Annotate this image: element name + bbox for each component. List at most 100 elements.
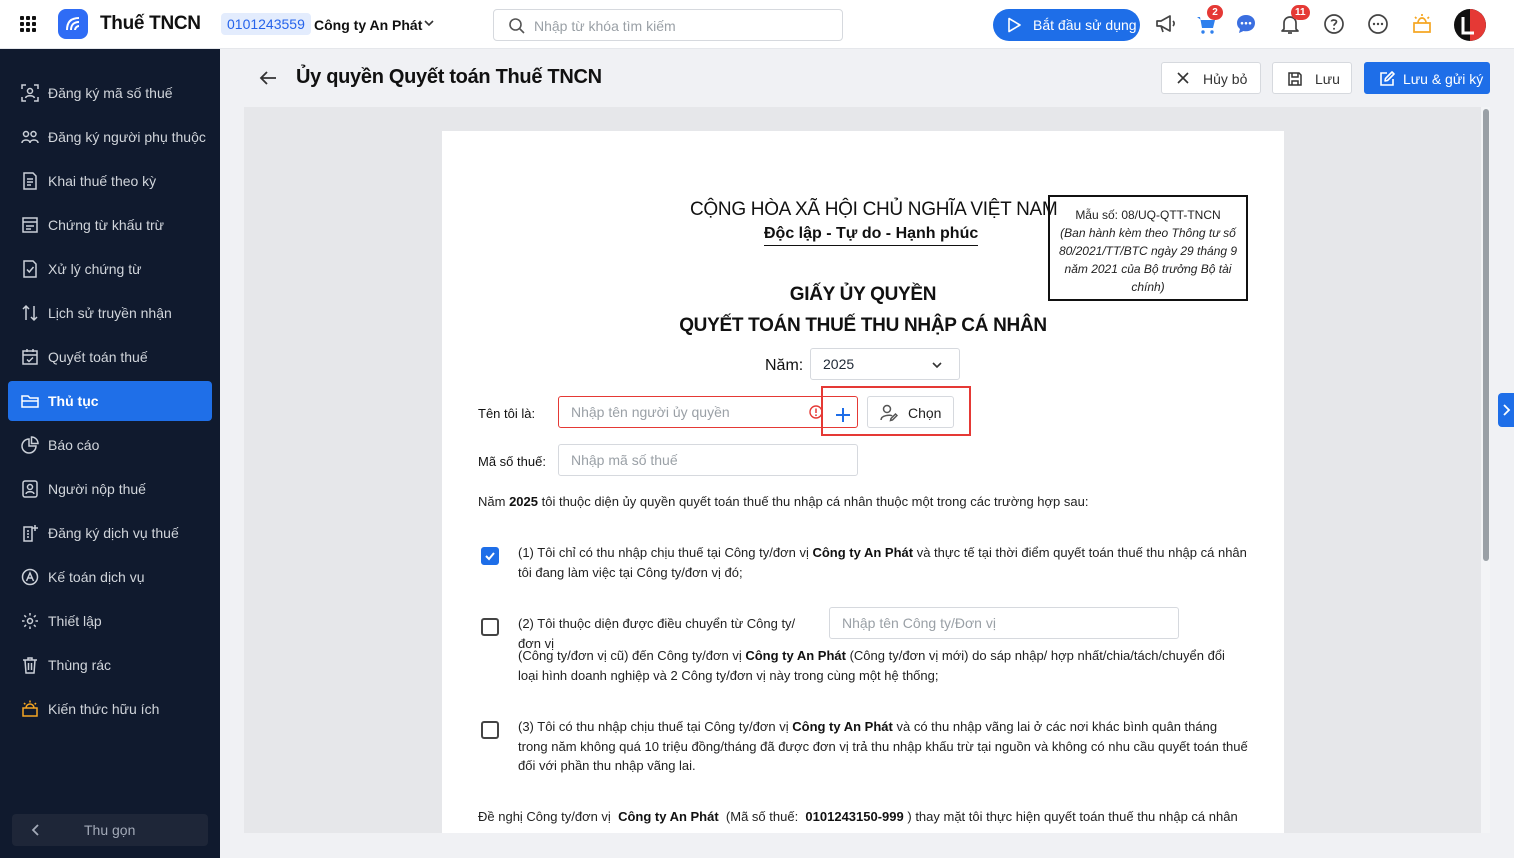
sidebar-item-label: Lịch sử truyền nhận bbox=[48, 305, 172, 321]
avatar[interactable] bbox=[1454, 9, 1486, 41]
sidebar-item-withholding-vouchers[interactable]: Chứng từ khấu trừ bbox=[8, 205, 212, 245]
top-bar: Thuế TNCN 0101243559 Công ty An Phát Bắt… bbox=[0, 0, 1514, 49]
previous-unit-placeholder: Nhập tên Công ty/Đơn vị bbox=[842, 615, 996, 631]
authorizer-name-input[interactable]: Nhập tên người ủy quyền bbox=[558, 396, 858, 428]
tax-id-input[interactable]: Nhập mã số thuế bbox=[558, 444, 858, 476]
sidebar-item-tax-finalization[interactable]: Quyết toán thuế bbox=[8, 337, 212, 377]
sidebar-item-procedures[interactable]: Thủ tục bbox=[8, 381, 212, 421]
check-document-icon bbox=[23, 260, 37, 278]
motto: Độc lập - Tự do - Hạnh phúc bbox=[764, 225, 979, 246]
nation-title-text: CỘNG HÒA XÃ HỘI CHỦ NGHĨA VIỆT NAM bbox=[690, 199, 1058, 220]
company-tax-id[interactable]: 0101243559 bbox=[221, 13, 311, 35]
option-3-checkbox[interactable] bbox=[481, 721, 499, 739]
document-title: GIẤY ỦY QUYỀN bbox=[789, 284, 937, 305]
option-1-company: Công ty An Phát bbox=[812, 545, 914, 560]
option-2-company: Công ty An Phát bbox=[745, 648, 846, 663]
sidebar-item-label: Đăng ký dịch vụ thuế bbox=[48, 525, 179, 541]
back-arrow-icon[interactable] bbox=[258, 69, 278, 87]
chevron-down-icon bbox=[932, 362, 942, 369]
search-input[interactable] bbox=[534, 16, 824, 36]
plus-icon bbox=[836, 408, 850, 422]
gear-icon bbox=[22, 613, 38, 629]
authorization-form: CỘNG HÒA XÃ HỘI CHỦ NGHĨA VIỆT NAM Độc l… bbox=[442, 131, 1284, 833]
request-text: Đề nghị Công ty/đơn vị Công ty An Phát (… bbox=[478, 807, 1248, 826]
document-icon bbox=[23, 172, 37, 190]
help-icon[interactable] bbox=[1322, 12, 1348, 38]
cart-icon[interactable]: 2 bbox=[1194, 5, 1223, 38]
start-using-label: Bắt đầu sử dụng bbox=[1033, 17, 1137, 33]
form-code: Mẫu số: 08/UQ-QTT-TNCN bbox=[1075, 208, 1221, 222]
search-box[interactable] bbox=[493, 9, 843, 41]
receipt-icon bbox=[22, 217, 38, 233]
scrollbar-thumb[interactable] bbox=[1483, 109, 1489, 561]
start-using-button[interactable]: Bắt đầu sử dụng bbox=[993, 9, 1140, 41]
year-value: 2025 bbox=[823, 356, 855, 372]
intro-body: tôi thuộc diện ủy quyền quyết toán thuế … bbox=[541, 494, 1089, 509]
sidebar-item-register-dependents[interactable]: Đăng ký người phụ thuộc bbox=[8, 117, 212, 157]
pie-chart-icon bbox=[21, 436, 39, 454]
sidebar-item-useful-knowledge[interactable]: Kiến thức hữu ích bbox=[8, 689, 212, 729]
request-part-b: (Mã số thuế: bbox=[725, 809, 799, 824]
sidebar-item-register-tax-id[interactable]: Đăng ký mã số thuế bbox=[8, 73, 212, 113]
apps-grid-icon[interactable] bbox=[20, 16, 36, 32]
add-authorizer-button[interactable] bbox=[828, 399, 858, 431]
bell-icon[interactable]: 11 bbox=[1278, 5, 1310, 38]
sidebar-item-label: Thủ tục bbox=[48, 393, 99, 409]
more-icon[interactable] bbox=[1366, 12, 1392, 38]
name-placeholder: Nhập tên người ủy quyền bbox=[571, 404, 730, 420]
expand-panel-button[interactable] bbox=[1498, 393, 1514, 427]
choose-person-button[interactable]: Chọn bbox=[867, 396, 954, 428]
save-label: Lưu bbox=[1315, 71, 1340, 87]
sidebar-item-periodic-declaration[interactable]: Khai thuế theo kỳ bbox=[8, 161, 212, 201]
sidebar-item-register-tax-services[interactable]: Đăng ký dịch vụ thuế bbox=[8, 513, 212, 553]
option-3-part-a: (3) Tôi có thu nhập chịu thuế tại Công t… bbox=[518, 719, 789, 734]
option-1-checkbox[interactable] bbox=[481, 547, 499, 565]
sidebar-item-label: Người nộp thuế bbox=[48, 481, 146, 497]
sidebar-item-process-vouchers[interactable]: Xử lý chứng từ bbox=[8, 249, 212, 289]
request-part-a: Đề nghị Công ty/đơn vị bbox=[478, 809, 611, 824]
sidebar-item-label: Thùng rác bbox=[48, 657, 112, 673]
sidebar-item-trash[interactable]: Thùng rác bbox=[8, 645, 212, 685]
lightbulb-icon[interactable] bbox=[1410, 12, 1436, 38]
app-logo-icon bbox=[58, 9, 88, 39]
chevron-right-icon bbox=[1503, 404, 1511, 416]
document-viewer: CỘNG HÒA XÃ HỘI CHỦ NGHĨA VIỆT NAM Độc l… bbox=[244, 107, 1490, 833]
chevron-down-icon[interactable] bbox=[423, 17, 435, 29]
service-icon bbox=[23, 525, 38, 542]
check-icon bbox=[485, 552, 495, 561]
sidebar-item-label: Xử lý chứng từ bbox=[48, 261, 142, 277]
option-2-text-b: (Công ty/đơn vị cũ) đến Công ty/đơn vị C… bbox=[518, 646, 1248, 685]
option-3-text: (3) Tôi có thu nhập chịu thuế tại Công t… bbox=[518, 717, 1248, 776]
sidebar-item-label: Đăng ký mã số thuế bbox=[48, 85, 173, 101]
cancel-button[interactable]: Hủy bỏ bbox=[1161, 62, 1261, 94]
sidebar-item-transmission-history[interactable]: Lịch sử truyền nhận bbox=[8, 293, 212, 333]
sidebar-item-reports[interactable]: Báo cáo bbox=[8, 425, 212, 465]
notification-badge: 11 bbox=[1291, 5, 1310, 20]
sidebar-item-label: Kiến thức hữu ích bbox=[48, 701, 160, 717]
document-subtitle: QUYẾT TOÁN THUẾ THU NHẬP CÁ NHÂN bbox=[679, 315, 1047, 336]
megaphone-icon[interactable] bbox=[1154, 12, 1180, 38]
option-1-text: (1) Tôi chỉ có thu nhập chịu thuế tại Cô… bbox=[518, 543, 1248, 582]
save-button[interactable]: Lưu bbox=[1272, 62, 1352, 94]
page-title: Ủy quyền Quyết toán Thuế TNCN bbox=[296, 66, 602, 88]
cart-badge: 2 bbox=[1207, 5, 1223, 20]
tax-id-label: Mã số thuế: bbox=[478, 454, 546, 469]
previous-unit-input[interactable]: Nhập tên Công ty/Đơn vị bbox=[829, 607, 1179, 639]
chat-icon[interactable] bbox=[1234, 12, 1260, 38]
collapse-sidebar-button[interactable]: Thu gọn bbox=[12, 814, 208, 846]
year-select[interactable]: 2025 bbox=[810, 348, 960, 380]
sidebar-item-service-accounting[interactable]: Kế toán dịch vụ bbox=[8, 557, 212, 597]
sidebar-item-taxpayers[interactable]: Người nộp thuế bbox=[8, 469, 212, 509]
sidebar-item-label: Thiết lập bbox=[48, 613, 102, 629]
app-title: Thuế TNCN bbox=[100, 13, 201, 34]
option-2-checkbox[interactable] bbox=[481, 618, 499, 636]
sidebar-item-settings[interactable]: Thiết lập bbox=[8, 601, 212, 641]
request-tax-id: 0101243150-999 bbox=[805, 809, 904, 824]
company-name[interactable]: Công ty An Phát bbox=[314, 17, 422, 33]
error-icon bbox=[809, 405, 823, 419]
sidebar-item-label: Báo cáo bbox=[48, 437, 100, 453]
save-and-send-button[interactable]: Lưu & gửi ký bbox=[1364, 62, 1490, 94]
person-edit-icon bbox=[880, 404, 898, 422]
sidebar-item-label: Kế toán dịch vụ bbox=[48, 569, 145, 585]
sidebar: Đăng ký mã số thuế Đăng ký người phụ thu… bbox=[0, 49, 220, 858]
